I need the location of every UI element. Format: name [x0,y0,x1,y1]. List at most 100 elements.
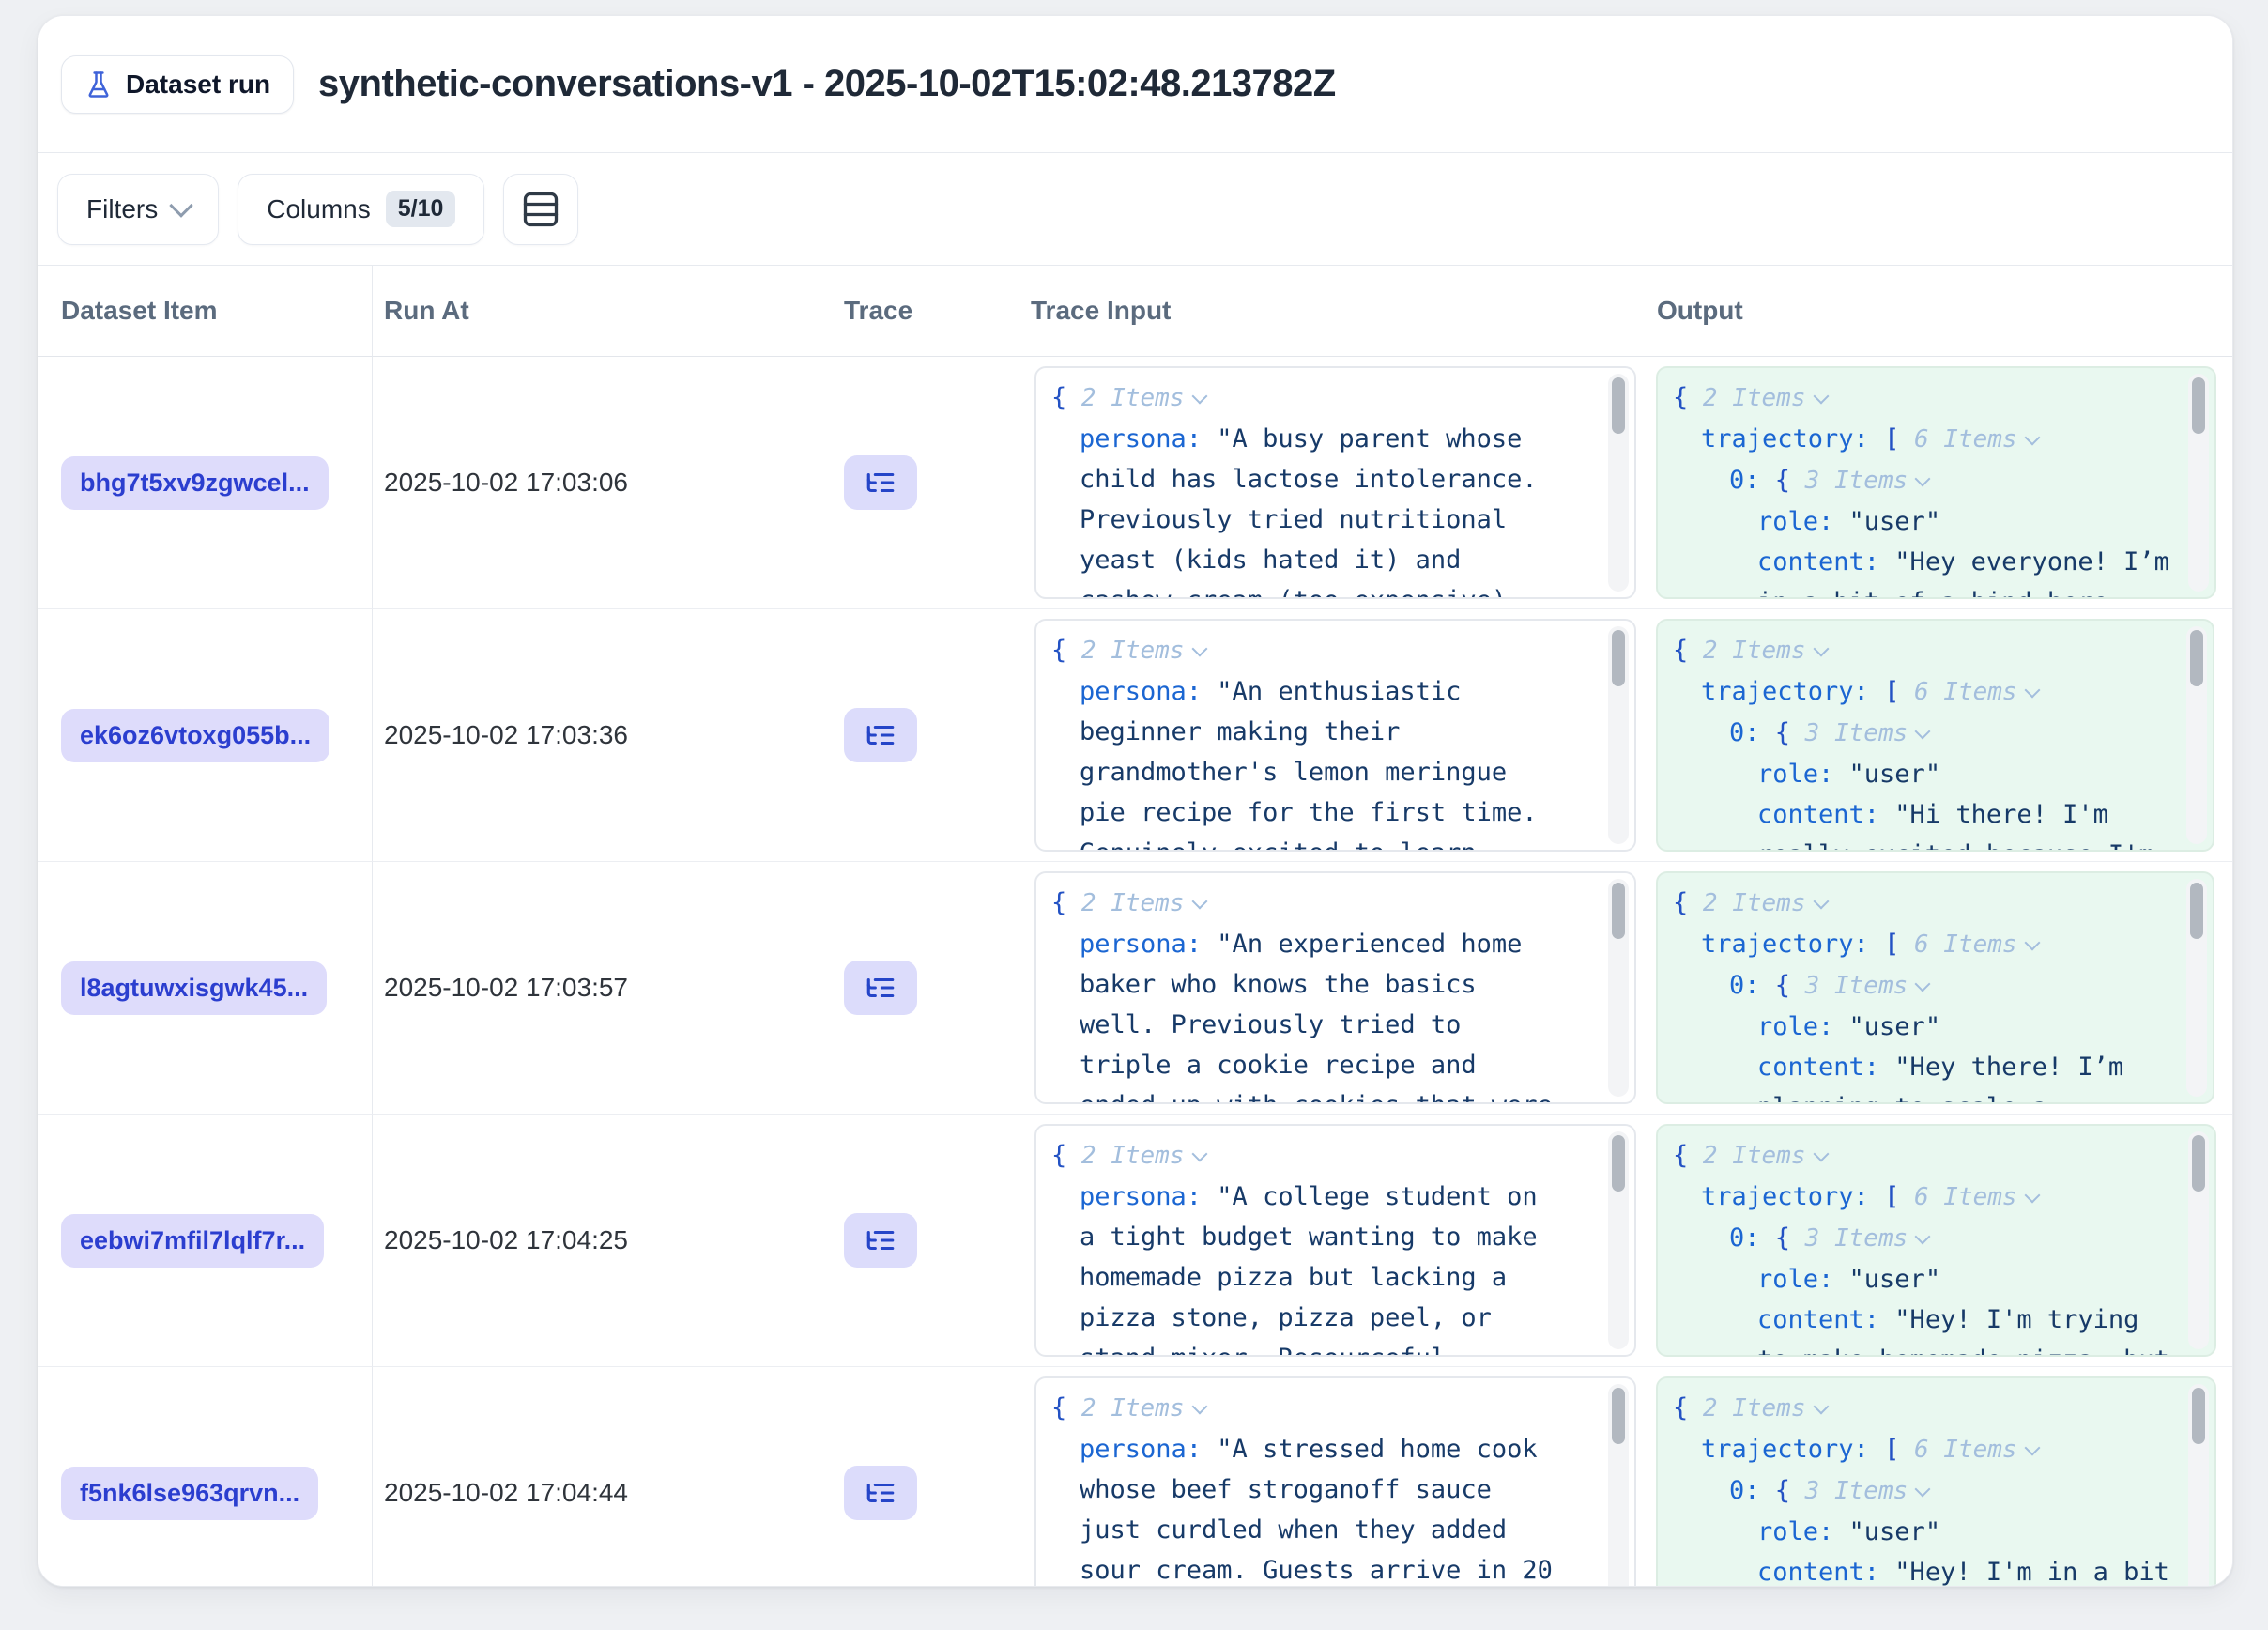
chevron-down-icon[interactable] [1191,894,1207,910]
json-token-key: persona: [1080,677,1202,706]
scrollbar-thumb[interactable] [2190,630,2203,686]
run-at-timestamp: 2025-10-02 17:03:06 [384,468,628,498]
chevron-down-icon[interactable] [2024,1440,2040,1456]
json-token-brace: [ [1869,424,1900,454]
json-token-str: just curdled when they added [1080,1515,1507,1545]
chevron-down-icon[interactable] [1915,471,1931,487]
json-line: a tight budget wanting to make [1051,1217,1589,1257]
scrollbar-track[interactable] [2188,374,2209,592]
json-output-panel[interactable]: { 2 Itemstrajectory: [ 6 Items0: { 3 Ite… [1656,366,2216,599]
trace-cell [827,1367,1019,1587]
trace-input-cell: { 2 Itemspersona: "An experienced homeba… [1019,862,1644,1115]
json-line: 0: { 3 Items [1673,713,2168,754]
json-line: yeast (kids hated it) and [1051,540,1589,580]
json-input-panel[interactable]: { 2 Itemspersona: "A college student ona… [1034,1124,1636,1357]
scrollbar-thumb[interactable] [2192,1388,2205,1444]
json-line: just curdled when they added [1051,1510,1589,1550]
chevron-down-icon[interactable] [1191,389,1207,405]
json-token-str: cashew cream (too expensive) [1080,586,1507,599]
chevron-down-icon[interactable] [1813,1146,1829,1162]
scrollbar-track[interactable] [1608,879,1629,1097]
json-output-panel[interactable]: { 2 Itemstrajectory: [ 6 Items0: { 3 Ite… [1656,871,2214,1104]
scrollbar-thumb[interactable] [2192,1135,2205,1192]
json-input-panel[interactable]: { 2 Itemspersona: "A busy parent whosech… [1034,366,1636,599]
json-token-brace: { [1051,888,1066,917]
json-output-panel[interactable]: { 2 Itemstrajectory: [ 6 Items0: { 3 Ite… [1656,619,2214,852]
json-token-meta: 2 Items [1688,1142,1805,1170]
run-at-cell: 2025-10-02 17:03:36 [373,609,827,862]
dataset-item-link[interactable]: f5nk6lse963qrvn... [61,1467,318,1520]
dataset-item-link[interactable]: bhg7t5xv9zgwcel... [61,456,329,510]
trace-button[interactable] [844,961,917,1015]
scrollbar-thumb[interactable] [2190,883,2203,939]
dataset-item-cell: l8agtuwxisgwk45... [38,862,373,1115]
trace-button[interactable] [844,1466,917,1520]
scrollbar-thumb[interactable] [1612,377,1625,434]
json-token-str: child has lactose intolerance. [1080,465,1538,494]
scrollbar-track[interactable] [1608,1131,1629,1349]
scrollbar-track[interactable] [2188,1384,2209,1587]
json-token-brace: { [1760,1476,1791,1505]
scrollbar-track[interactable] [1608,374,1629,592]
chevron-down-icon[interactable] [1813,389,1829,405]
trace-button[interactable] [844,1213,917,1268]
json-output-panel[interactable]: { 2 Itemstrajectory: [ 6 Items0: { 3 Ite… [1656,1376,2216,1587]
trace-button[interactable] [844,708,917,762]
flask-icon [84,70,113,99]
scrollbar-track[interactable] [2186,879,2207,1097]
columns-button[interactable]: Columns 5/10 [238,174,484,245]
card-header: Dataset run synthetic-conversations-v1 -… [38,16,2232,153]
scrollbar-thumb[interactable] [1612,630,1625,686]
chevron-down-icon[interactable] [1915,976,1931,992]
json-token-meta: 2 Items [1066,1394,1184,1422]
json-token-brace: [ [1869,930,1900,959]
chevron-down-icon[interactable] [1813,894,1829,910]
dataset-item-link[interactable]: l8agtuwxisgwk45... [61,961,327,1015]
table-body: bhg7t5xv9zgwcel... 2025-10-02 17:03:06 { 2… [38,357,2232,1587]
run-at-cell: 2025-10-02 17:03:57 [373,862,827,1115]
dataset-item-link[interactable]: eebwi7mfil7lqlf7r... [61,1214,324,1268]
json-token-key: role: [1757,1012,1833,1041]
chevron-down-icon[interactable] [1813,641,1829,657]
chevron-down-icon[interactable] [1191,1399,1207,1415]
scrollbar-track[interactable] [1608,626,1629,844]
chevron-down-icon[interactable] [1813,1399,1829,1415]
chevron-down-icon[interactable] [2024,683,2040,699]
json-token-str: "A stressed home cook [1202,1435,1538,1464]
list-tree-icon [865,1224,896,1256]
scrollbar-thumb[interactable] [1612,1135,1625,1192]
dataset-item-cell: eebwi7mfil7lqlf7r... [38,1115,373,1367]
chevron-down-icon[interactable] [2024,935,2040,951]
chevron-down-icon[interactable] [2024,430,2040,446]
json-input-panel[interactable]: { 2 Itemspersona: "A stressed home cookw… [1034,1376,1636,1587]
json-line: in a bit of a bind here [1673,582,2169,599]
chevron-down-icon[interactable] [1915,1229,1931,1245]
json-output-panel[interactable]: { 2 Itemstrajectory: [ 6 Items0: { 3 Ite… [1656,1124,2216,1357]
json-token-str: "Hey there! I’m [1879,1053,2123,1082]
chevron-down-icon[interactable] [1915,1482,1931,1498]
chevron-down-icon[interactable] [1191,1146,1207,1162]
scrollbar-thumb[interactable] [2192,377,2205,434]
trace-button[interactable] [844,455,917,510]
json-token-key: 0: [1729,718,1760,747]
scrollbar-thumb[interactable] [1612,883,1625,939]
json-token-key: trajectory: [1701,1435,1869,1464]
scrollbar-track[interactable] [2186,626,2207,844]
scrollbar-thumb[interactable] [1612,1388,1625,1444]
json-token-str: to make homemade pizza, but [1757,1346,2169,1357]
scrollbar-track[interactable] [2188,1131,2209,1349]
json-token-meta: 3 Items [1790,719,1908,747]
scrollbar-track[interactable] [1608,1384,1629,1587]
json-token-key: persona: [1080,930,1202,959]
row-height-button[interactable] [503,174,578,245]
chevron-down-icon[interactable] [1191,641,1207,657]
json-input-panel[interactable]: { 2 Itemspersona: "An experienced homeba… [1034,871,1636,1104]
filters-button[interactable]: Filters [57,174,219,245]
chevron-down-icon[interactable] [2024,1188,2040,1204]
json-input-panel[interactable]: { 2 Itemspersona: "An enthusiasticbeginn… [1034,619,1636,852]
trace-input-cell: { 2 Itemspersona: "A busy parent whosech… [1019,357,1644,609]
json-token-meta: 3 Items [1790,1477,1908,1505]
dataset-item-link[interactable]: ek6oz6vtoxg055b... [61,709,329,762]
json-line: persona: "A college student on [1051,1176,1589,1217]
chevron-down-icon[interactable] [1915,724,1931,740]
